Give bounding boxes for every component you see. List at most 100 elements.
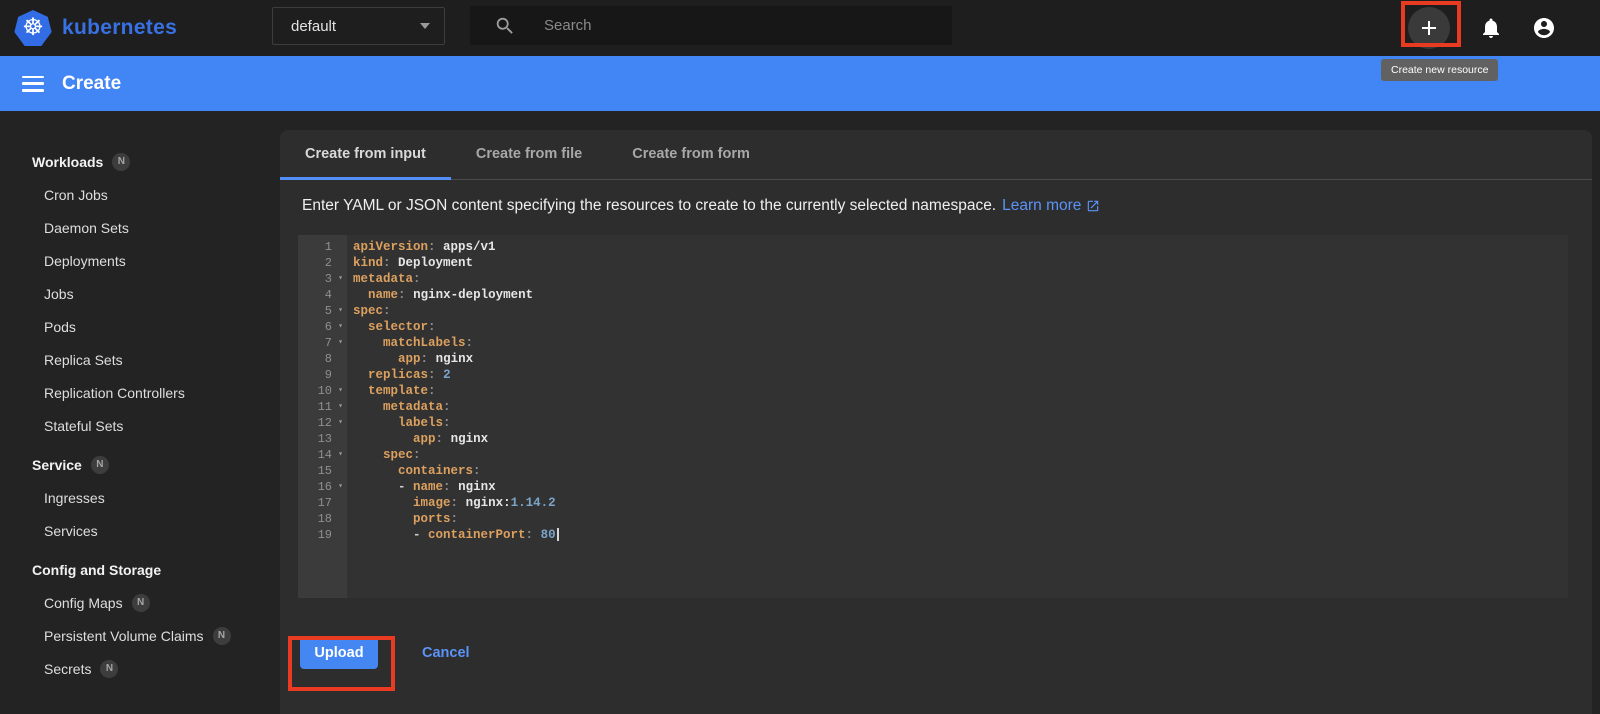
yaml-token: :	[525, 528, 534, 542]
fold-toggle-icon[interactable]: ▾	[334, 335, 347, 351]
yaml-token	[353, 448, 383, 462]
line-number: 7	[324, 336, 332, 350]
page-body: Workloads N Cron Jobs Daemon Sets Deployment…	[0, 111, 1600, 714]
sidebar-item-secrets[interactable]: Secrets N	[0, 652, 280, 685]
code-line: metadata:	[353, 271, 1568, 287]
tab-create-from-form[interactable]: Create from form	[607, 130, 775, 180]
fold-toggle-icon[interactable]: ▾	[334, 479, 347, 495]
fold-toggle-icon[interactable]: ▾	[334, 399, 347, 415]
account-button[interactable]	[1532, 16, 1556, 40]
notifications-button[interactable]	[1479, 16, 1503, 40]
line-number: 3	[324, 272, 332, 286]
code-line: app: nginx	[353, 351, 1568, 367]
yaml-token: nginx	[450, 432, 489, 446]
yaml-token: nginx-deployment	[413, 288, 534, 302]
cancel-button[interactable]: Cancel	[422, 645, 470, 661]
yaml-token	[353, 464, 398, 478]
gutter-line: 17	[298, 495, 347, 511]
fold-toggle-icon[interactable]: ▾	[334, 447, 347, 463]
code-line: app: nginx	[353, 431, 1568, 447]
gutter-line: 12 ▾	[298, 415, 347, 431]
code-line: metadata:	[353, 399, 1568, 415]
instructions-row: Enter YAML or JSON content specifying th…	[302, 197, 1570, 215]
yaml-token	[443, 432, 451, 446]
menu-button[interactable]	[22, 75, 44, 92]
yaml-token: :	[420, 352, 429, 366]
sidebar-item-label: Replication Controllers	[44, 384, 185, 401]
yaml-token: nginx:	[465, 496, 511, 510]
namespaced-badge: N	[100, 659, 119, 678]
gutter-line: 16 ▾	[298, 479, 347, 495]
code-line: labels:	[353, 415, 1568, 431]
yaml-token: matchLabels	[383, 336, 466, 350]
upload-button[interactable]: Upload	[300, 636, 378, 669]
sidebar-section-service[interactable]: Service N	[0, 448, 280, 481]
line-number: 13	[317, 432, 332, 446]
yaml-editor[interactable]: 1 2 3 ▾ 4 5 ▾ 6 ▾ 7 ▾ 8 9 10 ▾ 11 ▾ 12 ▾ 13 14 ▾ 15 16 ▾ 17 18 19 a…	[298, 235, 1568, 598]
yaml-token	[353, 512, 413, 526]
yaml-token: apiVersion	[353, 240, 429, 254]
fold-toggle-icon[interactable]: ▾	[334, 271, 347, 287]
gutter-line: 3 ▾	[298, 271, 347, 287]
sidebar-item-daemon-sets[interactable]: Daemon Sets	[0, 211, 280, 244]
yaml-token: kind	[353, 256, 384, 270]
sidebar-item-stateful-sets[interactable]: Stateful Sets	[0, 409, 280, 442]
code-line: - containerPort: 80	[353, 527, 1568, 543]
sidebar-item-cron-jobs[interactable]: Cron Jobs	[0, 178, 280, 211]
create-new-resource-button[interactable]	[1408, 7, 1450, 49]
code-line: selector:	[353, 319, 1568, 335]
yaml-token: selector	[368, 320, 429, 334]
sidebar-item-services[interactable]: Services	[0, 514, 280, 547]
search-input[interactable]	[544, 17, 884, 34]
sidebar-item-label: Pods	[44, 318, 76, 335]
gutter-line: 19	[298, 527, 347, 543]
kubernetes-logo-heptagon: ☸	[14, 10, 52, 46]
yaml-token: ports	[413, 512, 451, 526]
line-number: 1	[324, 240, 332, 254]
editor-gutter: 1 2 3 ▾ 4 5 ▾ 6 ▾ 7 ▾ 8 9 10 ▾ 11 ▾ 12 ▾ 13 14 ▾ 15 16 ▾ 17 18 19	[298, 235, 347, 598]
tab-create-from-input[interactable]: Create from input	[280, 130, 451, 180]
sidebar-item-pods[interactable]: Pods	[0, 310, 280, 343]
yaml-token	[353, 336, 383, 350]
editor-code-area[interactable]: apiVersion: apps/v1 kind: Deployment metad…	[347, 235, 1568, 598]
kubernetes-logo: ☸	[14, 10, 52, 46]
sidebar-item-replica-sets[interactable]: Replica Sets	[0, 343, 280, 376]
yaml-token: :	[443, 416, 451, 430]
yaml-token: :	[435, 432, 444, 446]
sidebar-section-config-and-storage[interactable]: Config and Storage	[0, 553, 280, 586]
learn-more-label: Learn more	[1002, 197, 1082, 214]
sidebar-item-replication-controllers[interactable]: Replication Controllers	[0, 376, 280, 409]
fold-toggle-icon[interactable]: ▾	[334, 319, 347, 335]
fold-toggle-icon[interactable]: ▾	[334, 383, 347, 399]
sidebar-item-deployments[interactable]: Deployments	[0, 244, 280, 277]
yaml-token	[458, 496, 466, 510]
sidebar-item-label: Persistent Volume Claims	[44, 627, 204, 644]
fold-toggle-icon[interactable]: ▾	[334, 303, 347, 319]
namespace-selector[interactable]: default	[272, 7, 445, 45]
sidebar-item-label: Replica Sets	[44, 351, 123, 368]
learn-more-link[interactable]: Learn more	[1002, 197, 1100, 215]
fold-toggle-icon[interactable]: ▾	[334, 415, 347, 431]
sidebar-item-ingresses[interactable]: Ingresses	[0, 481, 280, 514]
line-number: 18	[317, 512, 332, 526]
code-line: replicas: 2	[353, 367, 1568, 383]
gutter-line: 15	[298, 463, 347, 479]
yaml-token: metadata	[383, 400, 444, 414]
yaml-token: :	[428, 240, 436, 254]
gutter-line: 1	[298, 239, 347, 255]
sidebar-item-jobs[interactable]: Jobs	[0, 277, 280, 310]
text-cursor	[556, 528, 559, 542]
line-number: 12	[317, 416, 332, 430]
external-link-icon	[1088, 200, 1099, 212]
line-number: 4	[324, 288, 332, 302]
code-line: kind: Deployment	[353, 255, 1568, 271]
sidebar-item-config-maps[interactable]: Config Maps N	[0, 586, 280, 619]
yaml-token: nginx	[435, 352, 474, 366]
sidebar-item-persistent-volume-claims[interactable]: Persistent Volume Claims N	[0, 619, 280, 652]
gutter-line: 9	[298, 367, 347, 383]
yaml-token: -	[353, 528, 429, 542]
tab-create-from-file[interactable]: Create from file	[451, 130, 607, 180]
helm-wheel-icon: ☸	[22, 14, 44, 41]
gutter-line: 5 ▾	[298, 303, 347, 319]
sidebar-section-workloads[interactable]: Workloads N	[0, 145, 280, 178]
